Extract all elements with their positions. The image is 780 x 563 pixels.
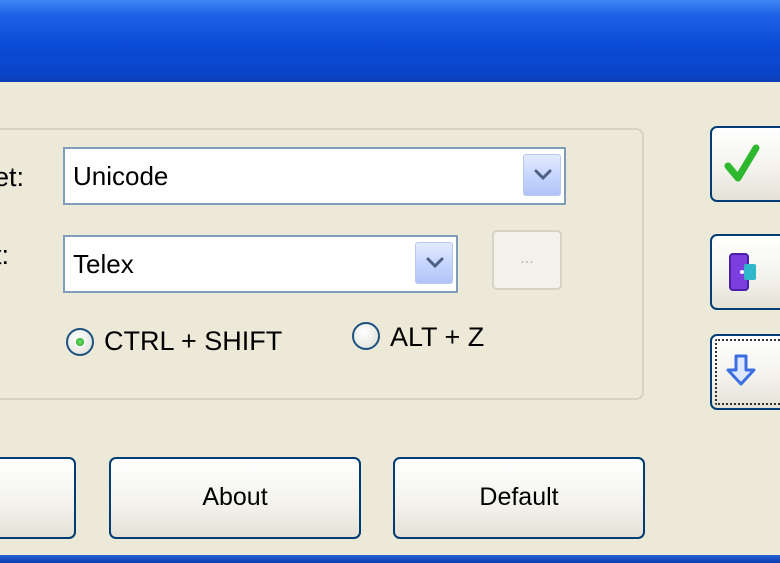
about-button[interactable]: About <box>109 457 361 539</box>
exit-button[interactable] <box>710 234 780 310</box>
charset-label: et: <box>0 162 25 192</box>
chevron-down-icon <box>534 169 552 181</box>
down-arrow-icon <box>726 354 756 386</box>
hotkey-alt-z-label[interactable]: ALT + Z <box>390 322 484 353</box>
window-frame-bottom <box>0 555 780 563</box>
minimize-to-tray-button[interactable] <box>710 334 780 410</box>
radio-selected-dot <box>76 338 84 346</box>
input-method-dropdown-button[interactable] <box>415 242 453 284</box>
exit-door-icon <box>729 253 756 291</box>
hotkey-alt-z-radio[interactable] <box>352 322 380 350</box>
charset-value: Unicode <box>73 161 169 191</box>
default-button[interactable]: Default <box>393 457 645 539</box>
input-method-combobox[interactable]: Telex <box>63 235 458 293</box>
charset-dropdown-button[interactable] <box>523 154 561 196</box>
left-partial-button[interactable] <box>0 457 76 539</box>
input-method-options-button[interactable]: ... <box>492 230 562 290</box>
input-method-label: t: <box>0 240 10 270</box>
charset-combobox[interactable]: Unicode <box>63 147 566 205</box>
hotkey-ctrl-shift-radio[interactable] <box>66 328 94 356</box>
window-titlebar[interactable] <box>0 0 780 82</box>
chevron-down-icon <box>426 257 444 269</box>
hotkey-ctrl-shift-label[interactable]: CTRL + SHIFT <box>104 326 282 357</box>
ok-button[interactable] <box>710 126 780 202</box>
checkmark-icon <box>724 144 760 182</box>
input-method-value: Telex <box>73 249 134 279</box>
